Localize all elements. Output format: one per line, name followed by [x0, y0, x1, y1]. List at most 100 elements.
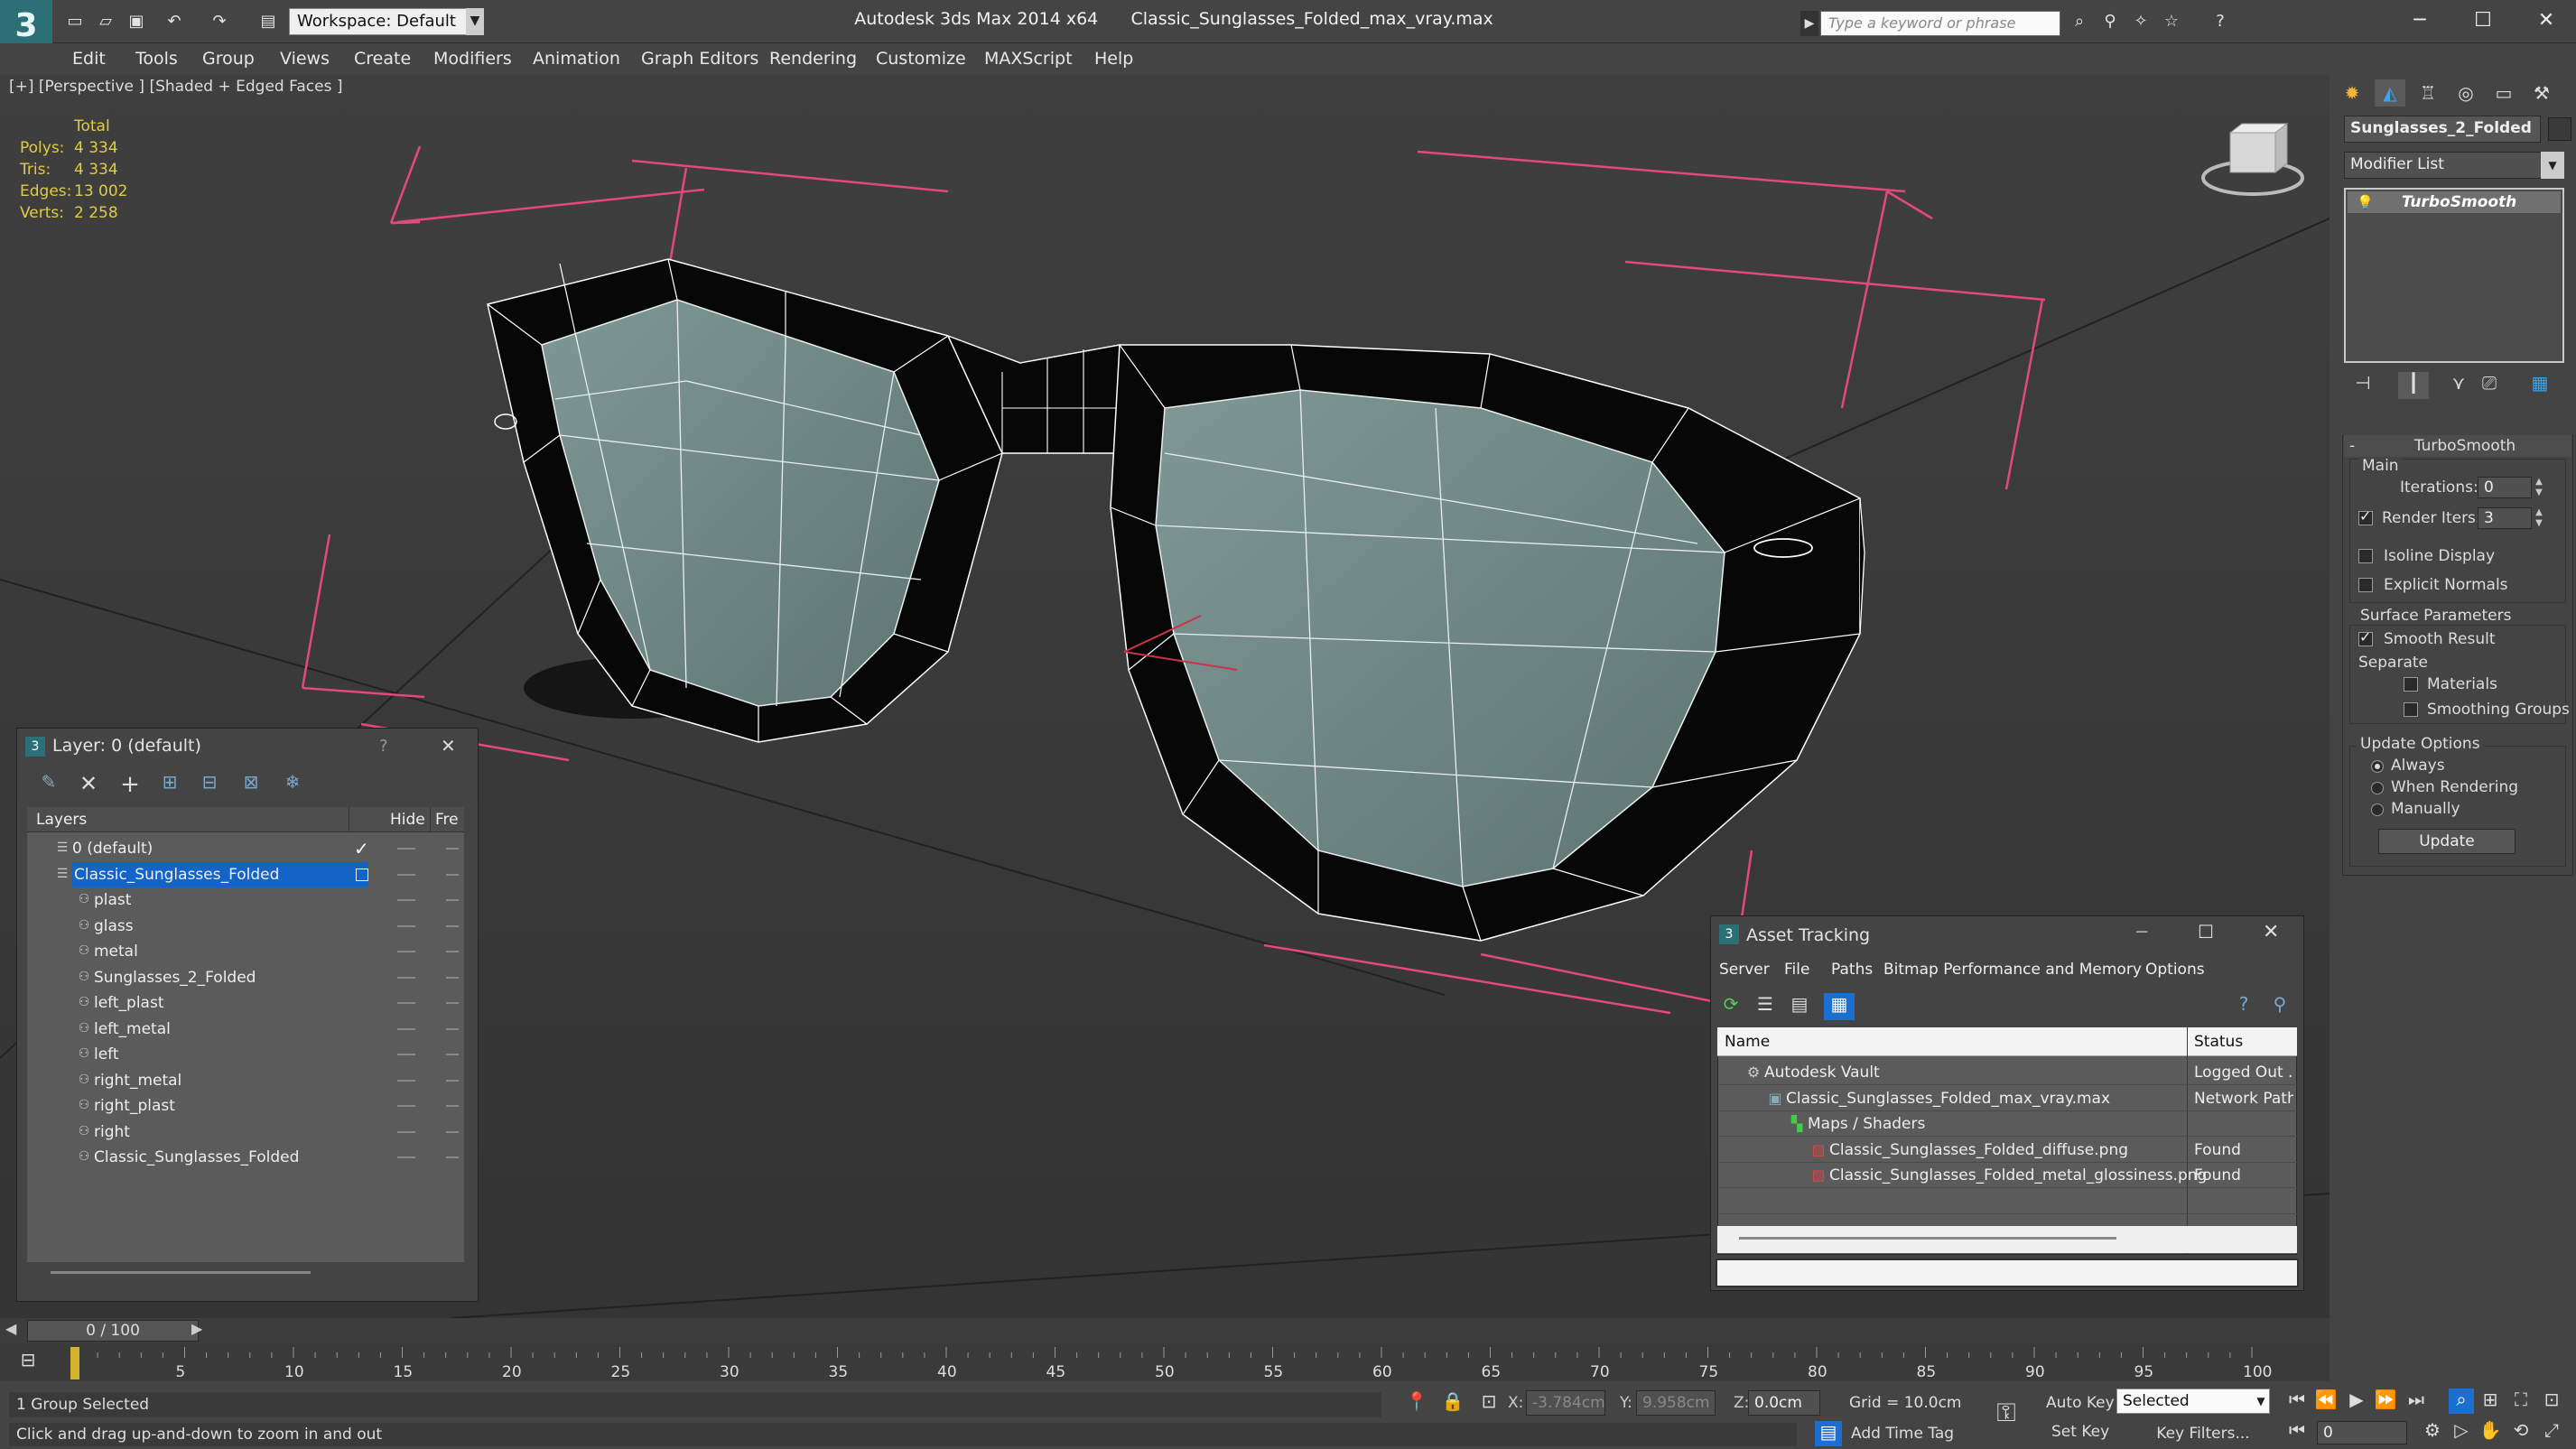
viewport-label[interactable]: [+] [Perspective ] [Shaded + Edged Faces…: [9, 78, 342, 96]
undo-icon[interactable]: ↶: [163, 10, 186, 33]
layer-name[interactable]: glass: [94, 914, 134, 939]
minimize-icon[interactable]: ─: [2402, 5, 2438, 36]
zoom-extents-all-icon[interactable]: ⊡: [2539, 1389, 2564, 1414]
freeze-toggle[interactable]: [446, 924, 459, 927]
close-icon[interactable]: ✕: [2528, 5, 2564, 36]
freeze-toggle[interactable]: [446, 1002, 459, 1004]
layer-row[interactable]: ⚇ left: [29, 1042, 462, 1067]
workspace-dropdown[interactable]: Workspace: Default: [289, 8, 484, 35]
zoom-all-icon[interactable]: ⊞: [2478, 1389, 2503, 1414]
x-coordinate-field[interactable]: -3.784cm: [1526, 1390, 1605, 1416]
hierarchy-tab-icon[interactable]: ♖: [2413, 79, 2443, 107]
hide-toggle[interactable]: [397, 1156, 415, 1158]
select-objects-icon[interactable]: ⊞: [155, 771, 184, 798]
menu-customize[interactable]: Customize: [876, 45, 966, 72]
hide-toggle[interactable]: [397, 1079, 415, 1082]
help-icon[interactable]: ?: [2209, 10, 2232, 33]
layer-row[interactable]: ⚇ plast: [29, 887, 462, 913]
y-coordinate-field[interactable]: 9.958cm: [1636, 1390, 1716, 1416]
layer-name[interactable]: plast: [94, 887, 131, 913]
menu-rendering[interactable]: Rendering: [769, 45, 857, 72]
make-unique-icon[interactable]: ⋎: [2443, 372, 2474, 399]
favorites-icon[interactable]: ☆: [2160, 10, 2183, 33]
layer-name[interactable]: Classic_Sunglasses_Folded: [94, 1145, 299, 1170]
z-coordinate-field[interactable]: 0.0cm: [1748, 1390, 1820, 1416]
key-icon[interactable]: ⚿: [1986, 1398, 2026, 1434]
column-header-name[interactable]: Name: [1725, 1029, 1770, 1054]
zoom-icon[interactable]: ⌕: [2449, 1389, 2474, 1414]
motion-tab-icon[interactable]: ◎: [2450, 79, 2481, 107]
open-file-icon[interactable]: ▱: [94, 10, 117, 33]
search-expand-icon[interactable]: ▶: [1800, 11, 1818, 36]
minimize-icon[interactable]: ─: [2136, 921, 2147, 943]
column-header-status[interactable]: Status: [2194, 1029, 2243, 1054]
asset-row[interactable]: ▚ Maps / Shaders: [1717, 1111, 2297, 1137]
pan-view-icon[interactable]: ✋: [2478, 1419, 2503, 1444]
layer-name[interactable]: Sunglasses_2_Folded: [94, 965, 256, 990]
layer-name[interactable]: left_metal: [94, 1017, 171, 1042]
hide-toggle[interactable]: [397, 899, 415, 901]
zoom-extents-icon[interactable]: ⛶: [2508, 1389, 2534, 1414]
save-icon[interactable]: ▣: [125, 10, 148, 33]
modifier-list-dropdown[interactable]: Modifier List: [2344, 152, 2561, 179]
asset-path-field[interactable]: [1716, 1259, 2299, 1287]
thumbnail-view-icon[interactable]: ▤: [1786, 993, 1813, 1020]
close-icon[interactable]: ✕: [441, 735, 456, 757]
column-header-freeze[interactable]: Fre: [435, 807, 462, 832]
layer-name[interactable]: left_plast: [94, 990, 164, 1016]
current-frame-marker[interactable]: [70, 1347, 79, 1379]
freeze-toggle[interactable]: [446, 873, 459, 876]
maximize-icon[interactable]: ☐: [2198, 921, 2214, 943]
menu-graph-editors[interactable]: Graph Editors: [641, 45, 758, 72]
layer-row[interactable]: ⚇ glass: [29, 914, 462, 939]
layer-name[interactable]: right_plast: [94, 1093, 175, 1119]
isolate-selection-icon[interactable]: 📍: [1403, 1390, 1430, 1417]
freeze-toggle[interactable]: [446, 1156, 459, 1158]
add-time-tag[interactable]: Add Time Tag: [1851, 1425, 1954, 1443]
modifier-stack[interactable]: [2344, 188, 2564, 363]
hide-toggle[interactable]: [397, 951, 415, 952]
absolute-mode-icon[interactable]: ⊡: [1475, 1390, 1502, 1417]
redo-icon[interactable]: ↷: [208, 10, 231, 33]
layer-row[interactable]: ⚇ right_plast: [29, 1093, 462, 1119]
close-icon[interactable]: ✕: [2263, 921, 2279, 943]
chevron-down-icon[interactable]: ▼: [2252, 1389, 2270, 1414]
layer-name[interactable]: 0 (default): [72, 836, 153, 861]
freeze-toggle[interactable]: [446, 848, 459, 850]
lock-selection-icon[interactable]: 🔒: [1439, 1390, 1466, 1417]
refresh-icon[interactable]: ⟳: [1717, 993, 1744, 1020]
create-tab-icon[interactable]: ✹: [2337, 79, 2367, 107]
manually-radio[interactable]: [2371, 803, 2384, 816]
play-icon[interactable]: ▶: [2344, 1389, 2369, 1414]
key-filters-button[interactable]: Key Filters...: [2131, 1423, 2275, 1444]
update-button[interactable]: Update: [2378, 829, 2516, 854]
layer-row[interactable]: ⚇ metal: [29, 939, 462, 964]
freeze-all-icon[interactable]: ❄: [278, 771, 307, 798]
layer-row[interactable]: ⚇ Classic_Sunglasses_Folded: [29, 1145, 462, 1170]
horizontal-scrollbar[interactable]: [1739, 1237, 2116, 1240]
horizontal-scrollbar[interactable]: [51, 1271, 311, 1274]
spinner-arrows-icon[interactable]: ▲ ▼: [2532, 507, 2546, 529]
current-layer-checkmark-icon[interactable]: ✓: [354, 836, 369, 861]
display-tab-icon[interactable]: ▭: [2488, 79, 2519, 107]
current-frame-field[interactable]: 0: [2317, 1421, 2407, 1444]
time-tag-icon[interactable]: ▤: [1815, 1421, 1842, 1446]
layer-row[interactable]: ⚇ left_plast: [29, 990, 462, 1016]
menu-group[interactable]: Group: [202, 45, 255, 72]
chevron-right-icon[interactable]: ▶: [191, 1320, 202, 1337]
search-input[interactable]: Type a keyword or phrase: [1820, 11, 2060, 36]
hide-toggle[interactable]: [397, 1027, 415, 1030]
layer-name[interactable]: right: [94, 1119, 130, 1145]
layer-name[interactable]: left: [94, 1042, 119, 1067]
when-rendering-radio[interactable]: [2371, 782, 2384, 794]
show-end-result-icon[interactable]: ┃: [2398, 372, 2429, 399]
object-name-field[interactable]: Sunglasses_2_Folded: [2344, 116, 2541, 143]
isoline-checkbox[interactable]: [2358, 549, 2373, 563]
layer-row[interactable]: ⚇ left_metal: [29, 1017, 462, 1042]
hide-toggle[interactable]: [397, 1002, 415, 1004]
lightbulb-icon[interactable]: 💡: [2357, 191, 2374, 213]
menu-edit[interactable]: Edit: [72, 45, 106, 72]
asset-menu-options[interactable]: Options: [2145, 957, 2205, 982]
layer-name[interactable]: metal: [94, 939, 138, 964]
column-header-hide[interactable]: Hide: [390, 807, 425, 832]
